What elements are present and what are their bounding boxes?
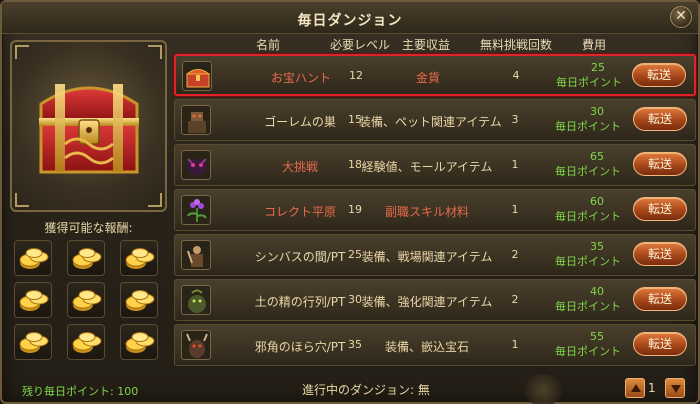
cost-unit: 毎日ポイント — [555, 255, 621, 268]
cost-amount: 35 — [590, 240, 604, 253]
gold-coins-icon — [72, 248, 102, 269]
page-number: 1 — [648, 381, 656, 395]
cost-amount: 60 — [590, 195, 604, 208]
reward-slot[interactable] — [14, 282, 52, 318]
col-name: 名前 — [256, 38, 281, 52]
gold-coins-icon — [72, 290, 102, 311]
cost-unit: 毎日ポイント — [555, 300, 621, 313]
main-reward: 装備、ペット関連アイテム — [359, 115, 502, 129]
col-free-tries: 無料挑戦回数 — [480, 38, 553, 52]
gold-coins-icon — [125, 290, 155, 311]
main-reward: 副職スキル材料 — [384, 205, 469, 219]
cost: 60 毎日ポイント — [547, 194, 629, 224]
reward-slot[interactable] — [67, 282, 105, 318]
treasure-chest-icon — [182, 61, 212, 91]
close-button[interactable]: ✕ — [670, 6, 692, 28]
dungeon-row[interactable]: 邪角のほら穴/PT 35 装備、嵌込宝石 1 55 毎日ポイント 転送 — [174, 324, 696, 366]
col-reward: 主要収益 — [402, 38, 451, 52]
main-reward: 金貨 — [415, 71, 440, 85]
herb-icon — [181, 195, 211, 225]
cost: 35 毎日ポイント — [547, 239, 629, 269]
rewards-label: 獲得可能な報酬: — [44, 221, 133, 235]
earth-spirit-icon — [181, 285, 211, 315]
cost-amount: 25 — [591, 61, 605, 74]
cost: 55 毎日ポイント — [547, 329, 629, 359]
cost: 30 毎日ポイント — [547, 104, 629, 134]
cost-unit: 毎日ポイント — [555, 210, 621, 223]
remaining-daily-points: 残り毎日ポイント: 100 — [22, 385, 139, 398]
reward-slot[interactable] — [67, 240, 105, 276]
emblem-icon — [524, 374, 562, 404]
cost-amount: 40 — [590, 285, 604, 298]
cost: 25 毎日ポイント — [548, 60, 630, 90]
free-tries: 2 — [511, 248, 519, 261]
reward-slot[interactable] — [14, 240, 52, 276]
reward-slot[interactable] — [14, 324, 52, 360]
teleport-button[interactable]: 転送 — [632, 63, 686, 87]
teleport-button[interactable]: 転送 — [633, 107, 687, 131]
cost-amount: 30 — [590, 105, 604, 118]
treasure-chest-icon — [39, 84, 139, 174]
teleport-button[interactable]: 転送 — [633, 152, 687, 176]
golem-icon — [181, 105, 211, 135]
teleport-button[interactable]: 転送 — [633, 197, 687, 221]
main-reward: 装備、嵌込宝石 — [384, 340, 469, 354]
gold-coins-icon — [19, 332, 49, 353]
free-tries: 1 — [511, 338, 519, 351]
active-dungeon-status: 進行中のダンジョン: 無 — [302, 383, 430, 397]
warrior-icon — [181, 240, 211, 270]
dungeon-row[interactable]: コレクト平原 19 副職スキル材料 1 60 毎日ポイント 転送 — [174, 189, 696, 231]
col-level: 必要レベル — [330, 38, 391, 52]
demon-icon — [181, 150, 211, 180]
free-tries: 1 — [511, 158, 519, 171]
cost-unit: 毎日ポイント — [555, 120, 621, 133]
free-tries: 1 — [511, 203, 519, 216]
dungeon-row[interactable]: シンバスの間/PT 25 装備、戦場関連アイテム 2 35 毎日ポイント 転送 — [174, 234, 696, 276]
cost: 40 毎日ポイント — [547, 284, 629, 314]
reward-slot[interactable] — [120, 240, 158, 276]
main-reward: 装備、強化関連アイテム — [361, 295, 493, 309]
reward-grid — [14, 240, 164, 360]
reward-slot[interactable] — [120, 282, 158, 318]
free-tries: 2 — [511, 293, 519, 306]
close-icon: ✕ — [675, 8, 687, 24]
gold-coins-icon — [125, 332, 155, 353]
page-down-button[interactable] — [665, 378, 685, 398]
free-tries: 3 — [511, 113, 519, 126]
cost-amount: 55 — [590, 330, 604, 343]
teleport-button[interactable]: 転送 — [633, 287, 687, 311]
main-reward: 装備、戦場関連アイテム — [361, 250, 493, 264]
reward-slot[interactable] — [67, 324, 105, 360]
title-bar: 毎日ダンジョン ✕ — [2, 2, 698, 34]
col-cost: 費用 — [582, 38, 607, 52]
cost-unit: 毎日ポイント — [556, 76, 622, 89]
teleport-button[interactable]: 転送 — [633, 242, 687, 266]
page-up-button[interactable] — [625, 378, 645, 398]
cost-amount: 65 — [590, 150, 604, 163]
dungeon-row[interactable]: ゴーレムの巣 15 装備、ペット関連アイテム 3 30 毎日ポイント 転送 — [174, 99, 696, 141]
dungeon-row[interactable]: 土の精の行列/PT 30 装備、強化関連アイテム 2 40 毎日ポイント 転送 — [174, 279, 696, 321]
main-reward: 経験値、モールアイテム — [361, 160, 493, 174]
reward-preview-frame — [10, 40, 167, 212]
reward-slot[interactable] — [120, 324, 158, 360]
dungeon-row[interactable]: お宝ハント 12 金貨 4 25 毎日ポイント 転送 — [174, 54, 696, 96]
dungeon-row[interactable]: 大挑戦 18 経験値、モールアイテム 1 65 毎日ポイント 転送 — [174, 144, 696, 186]
gold-coins-icon — [19, 290, 49, 311]
cost-unit: 毎日ポイント — [555, 345, 621, 358]
teleport-button[interactable]: 転送 — [633, 332, 687, 356]
cost-unit: 毎日ポイント — [555, 165, 621, 178]
table-header: 名前 必要レベル 主要収益 無料挑戦回数 費用 — [174, 36, 694, 52]
free-tries: 4 — [512, 69, 520, 82]
cost: 65 毎日ポイント — [547, 149, 629, 179]
horned-beast-icon — [181, 330, 211, 360]
gold-coins-icon — [72, 332, 102, 353]
gold-coins-icon — [125, 248, 155, 269]
daily-dungeon-window: 毎日ダンジョン ✕ 獲得可能な報酬: 残り毎日ポイント: 100 名前 必要レベ… — [0, 0, 700, 404]
window-title: 毎日ダンジョン — [297, 13, 403, 29]
gold-coins-icon — [19, 248, 49, 269]
